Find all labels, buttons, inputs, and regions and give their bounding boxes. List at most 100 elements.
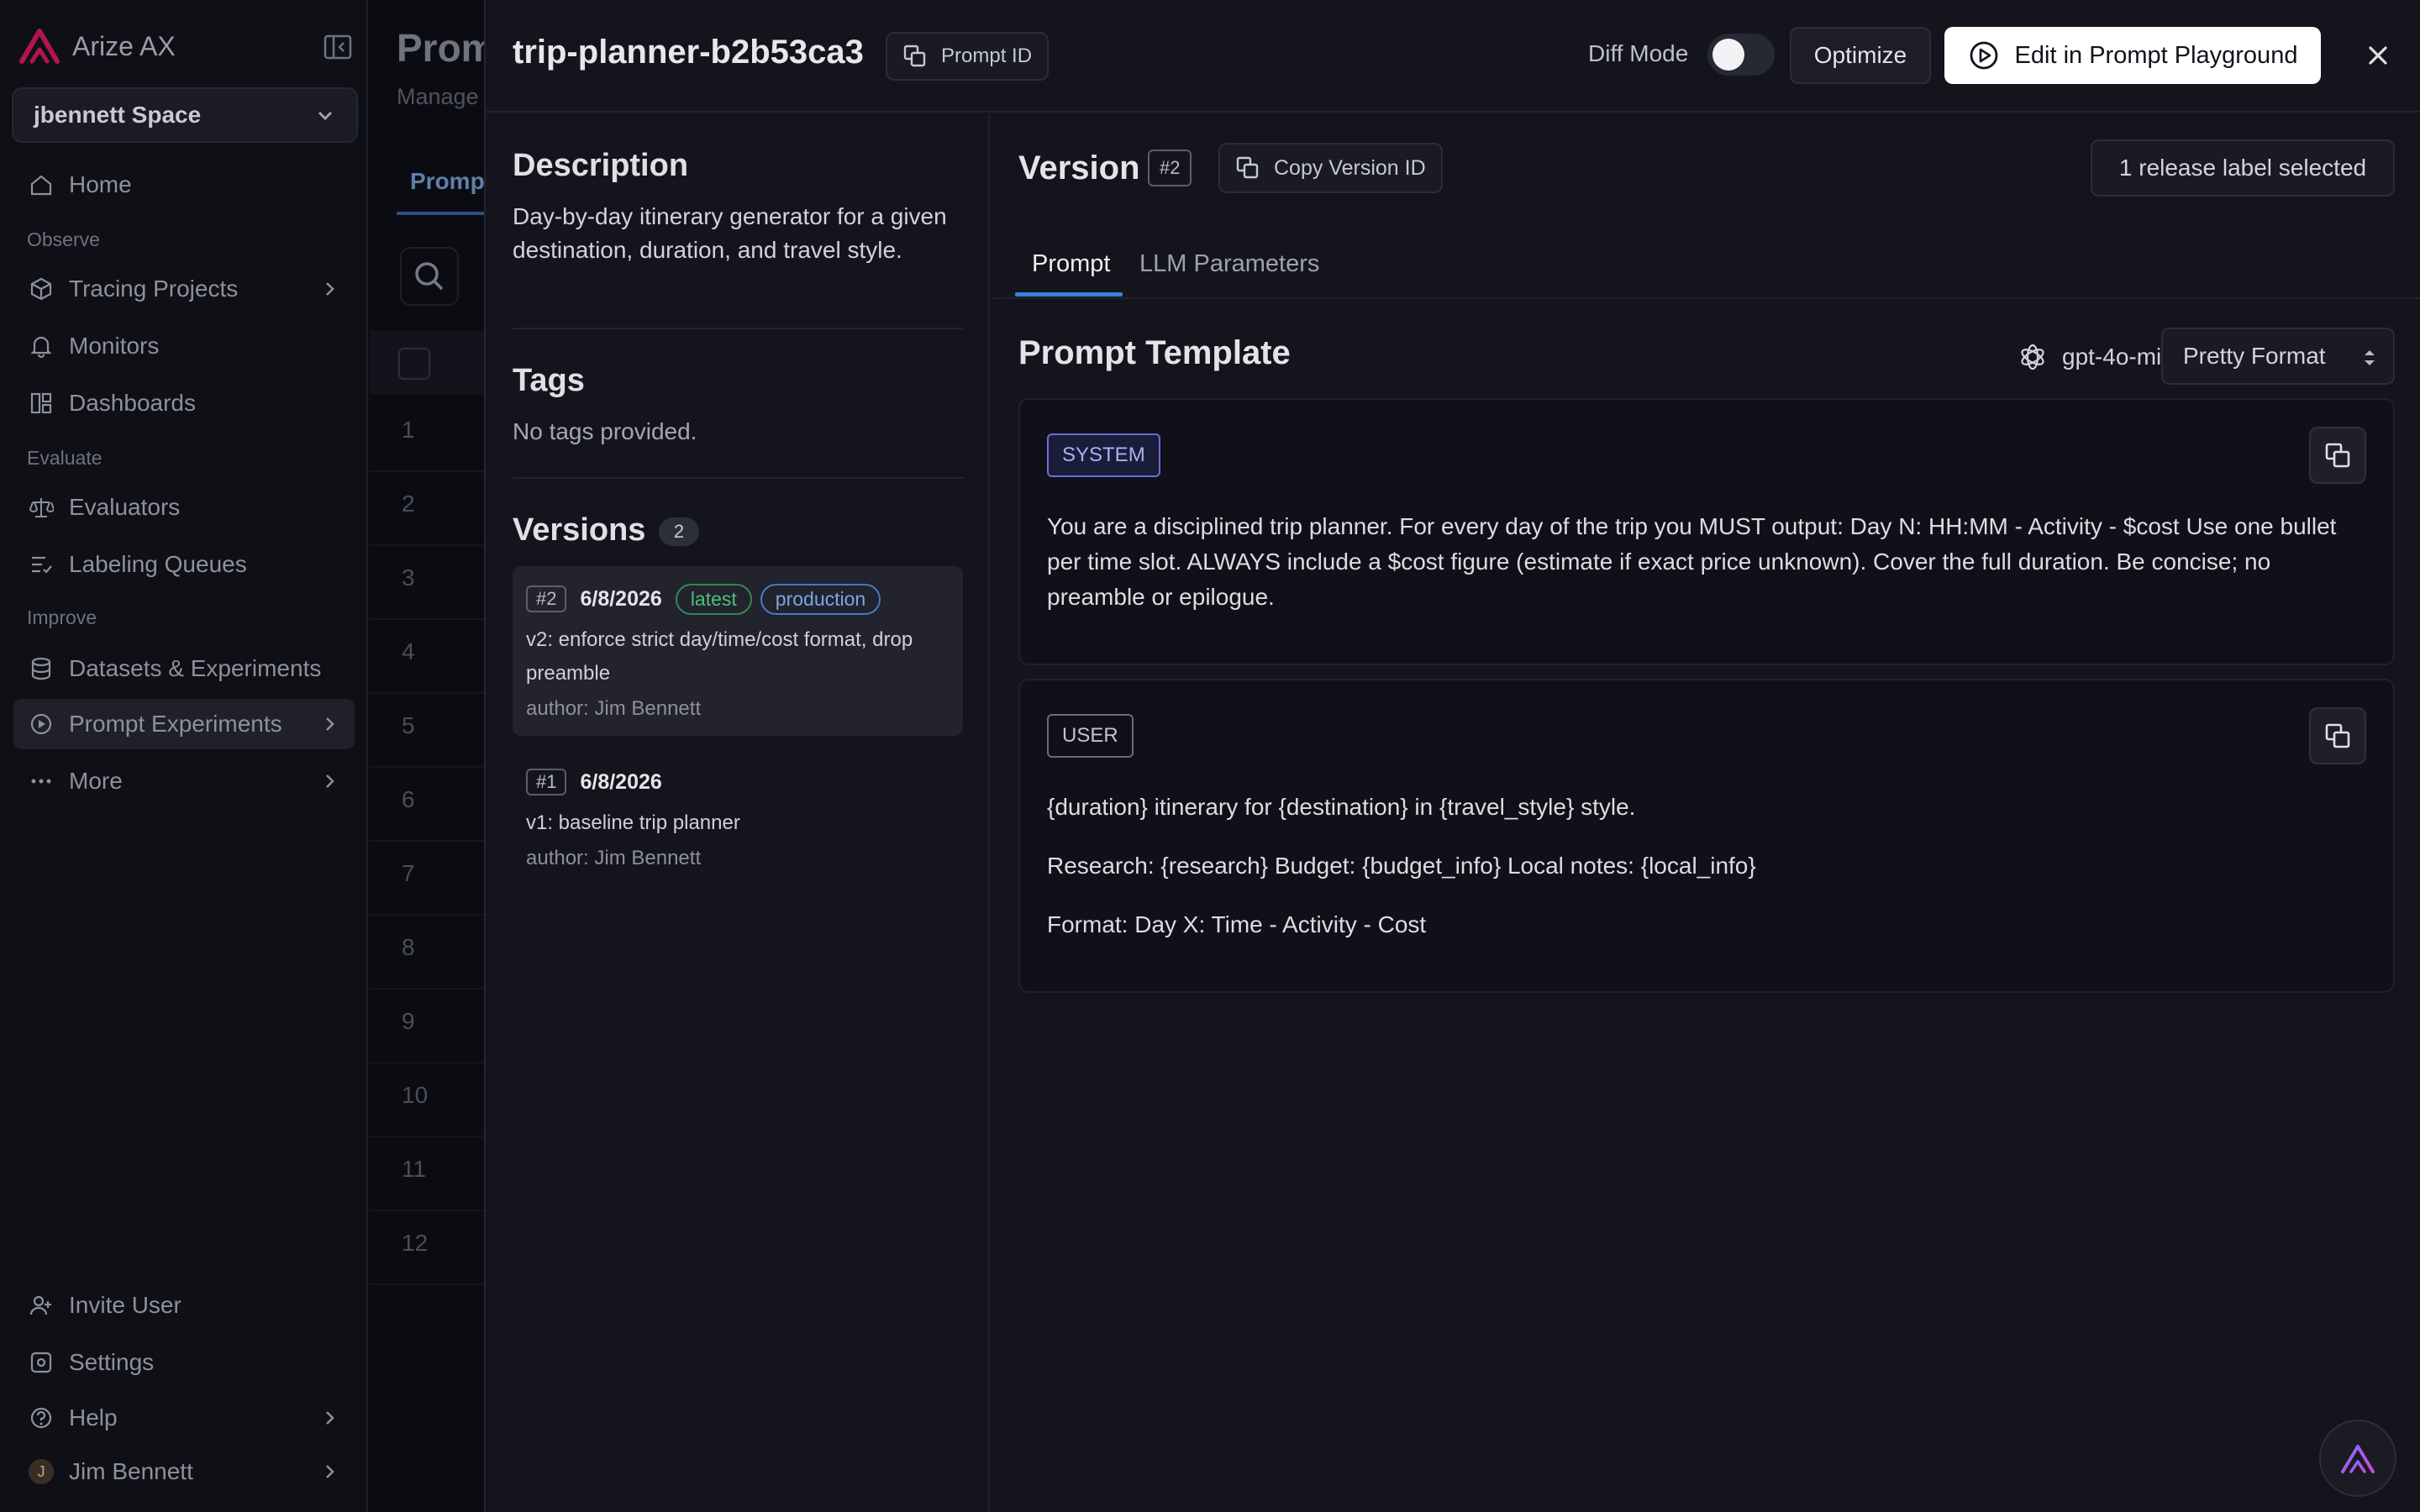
version-message: v2: enforce strict day/time/cost format,… <box>526 628 913 685</box>
format-select-value: Pretty Format <box>2183 343 2326 369</box>
version-card-1[interactable]: #1 6/8/2026 v1: baseline trip planner au… <box>513 749 963 885</box>
sidebar-item-user[interactable]: J Jim Bennett <box>13 1446 355 1497</box>
table-row-number: 12 <box>402 1230 429 1256</box>
table-row-number: 2 <box>402 491 415 517</box>
chevron-right-icon <box>326 717 334 731</box>
database-icon <box>31 657 51 680</box>
tab-llm-parameters[interactable]: LLM Parameters <box>1139 250 1319 278</box>
edit-in-playground-label: Edit in Prompt Playground <box>2014 41 2298 69</box>
sort-arrows-icon <box>2365 350 2375 365</box>
description-text: Day-by-day itinerary generator for a giv… <box>513 203 947 263</box>
sidebar-item-label: Tracing Projects <box>69 276 239 302</box>
play-circle-icon <box>30 713 52 735</box>
openai-icon <box>2021 344 2044 370</box>
description-title: Description <box>513 148 689 183</box>
sidebar-item-settings[interactable]: Settings <box>13 1337 355 1388</box>
table-row-number: 5 <box>402 712 415 738</box>
bell-icon <box>30 336 52 359</box>
divider <box>513 328 963 329</box>
sidebar-item-label: Monitors <box>69 333 160 359</box>
help-icon <box>30 1407 52 1429</box>
nav-section-observe: Observe <box>27 228 100 250</box>
search-button[interactable] <box>400 247 459 306</box>
version-card-2[interactable]: #2 6/8/2026 latest production v2: enforc… <box>513 566 963 736</box>
sidebar-item-more[interactable]: More <box>13 756 355 806</box>
sidebar-item-label: More <box>69 768 123 794</box>
alyx-assistant-icon <box>2341 1445 2375 1473</box>
tabs-divider <box>992 297 2420 299</box>
search-icon <box>415 262 444 291</box>
release-label-selector[interactable]: 1 release label selected <box>2091 139 2395 197</box>
sidebar-item-prompt-experiments[interactable]: Prompt Experiments <box>13 699 355 749</box>
user-message-card: USER {duration} itinerary for {destinati… <box>1018 679 2395 993</box>
nav-section-improve: Improve <box>27 606 97 628</box>
copy-version-id-button[interactable]: Copy Version ID <box>1218 143 1443 193</box>
copy-message-button[interactable] <box>2309 427 2366 484</box>
panel-header: trip-planner-b2b53ca3 Prompt ID Diff Mod… <box>486 0 2420 113</box>
sidebar-item-label: Evaluators <box>69 494 181 520</box>
sidebar-item-labeling-queues[interactable]: Labeling Queues <box>13 539 355 590</box>
page-subtitle: Manage <box>397 84 479 109</box>
table-row-number: 1 <box>402 417 415 443</box>
sidebar-item-evaluators[interactable]: Evaluators <box>13 482 355 533</box>
tab-prompts[interactable]: Promp <box>410 168 485 195</box>
table-row-number: 4 <box>402 638 415 664</box>
chevron-right-icon <box>326 282 334 296</box>
active-tab-indicator <box>1015 292 1123 297</box>
settings-icon <box>30 1352 52 1373</box>
tab-prompt[interactable]: Prompt <box>1032 250 1110 278</box>
format-select[interactable]: Pretty Format <box>2161 328 2395 385</box>
arize-logo-icon <box>19 29 60 64</box>
sidebar-item-label: Datasets & Experiments <box>69 655 322 681</box>
table-row-number: 7 <box>402 860 415 886</box>
sidebar-item-label: Dashboards <box>69 390 196 416</box>
sidebar-item-dashboards[interactable]: Dashboards <box>13 378 355 428</box>
version-title: Version <box>1018 150 1140 186</box>
chevron-right-icon <box>326 1411 334 1425</box>
sidebar-item-home[interactable]: Home <box>13 160 355 210</box>
copy-message-button[interactable] <box>2309 707 2366 764</box>
prompt-name: trip-planner-b2b53ca3 <box>513 34 864 71</box>
sidebar-item-invite-user[interactable]: Invite User <box>13 1280 355 1331</box>
sidebar-item-datasets[interactable]: Datasets & Experiments <box>13 643 355 694</box>
sidebar-item-label: Jim Bennett <box>69 1458 193 1484</box>
copy-icon <box>2325 723 2350 748</box>
sidebar-item-label: Prompt Experiments <box>69 711 282 737</box>
label-latest-badge: latest <box>675 583 752 615</box>
dashboard-icon <box>30 392 52 414</box>
version-message: v1: baseline trip planner <box>526 811 740 834</box>
sidebar-collapse-icon[interactable] <box>323 32 353 62</box>
version-number: #2 <box>526 585 567 612</box>
sidebar-item-tracing-projects[interactable]: Tracing Projects <box>13 264 355 314</box>
sidebar: Arize AX jbennett Space Home Observe Tra… <box>0 0 368 1512</box>
table-row-number: 11 <box>402 1156 427 1182</box>
versions-count-badge: 2 <box>659 517 699 546</box>
more-dots-icon <box>31 779 51 784</box>
copy-icon <box>903 45 926 67</box>
optimize-button[interactable]: Optimize <box>1790 27 1931 84</box>
brand[interactable]: Arize AX <box>18 27 176 66</box>
table-row-number: 10 <box>402 1082 429 1108</box>
table-row-number: 9 <box>402 1008 415 1034</box>
model-indicator: gpt-4o-mini <box>2017 341 2180 373</box>
sidebar-item-label: Help <box>69 1404 118 1431</box>
sidebar-item-help[interactable]: Help <box>13 1393 355 1443</box>
nav-section-evaluate: Evaluate <box>27 447 103 469</box>
tags-title: Tags <box>513 363 585 398</box>
assistant-fab-button[interactable] <box>2319 1420 2396 1497</box>
label-production-badge: production <box>760 583 881 615</box>
edit-in-playground-button[interactable]: Edit in Prompt Playground <box>1944 27 2321 84</box>
copy-prompt-id-button[interactable]: Prompt ID <box>886 32 1050 81</box>
select-all-checkbox[interactable] <box>398 348 430 380</box>
prompt-template-title: Prompt Template <box>1018 334 1291 371</box>
play-circle-icon <box>1970 41 1997 70</box>
diff-mode-toggle[interactable] <box>1707 34 1775 76</box>
version-author: author: Jim Bennett <box>526 847 702 869</box>
sidebar-item-label: Labeling Queues <box>69 551 247 577</box>
space-selector[interactable]: jbennett Space <box>12 87 358 143</box>
close-icon[interactable] <box>2360 37 2396 74</box>
cube-icon <box>30 277 52 301</box>
version-date: 6/8/2026 <box>580 586 662 611</box>
user-message-line: Format: Day X: Time - Activity - Cost <box>1047 911 1427 937</box>
sidebar-item-monitors[interactable]: Monitors <box>13 321 355 371</box>
